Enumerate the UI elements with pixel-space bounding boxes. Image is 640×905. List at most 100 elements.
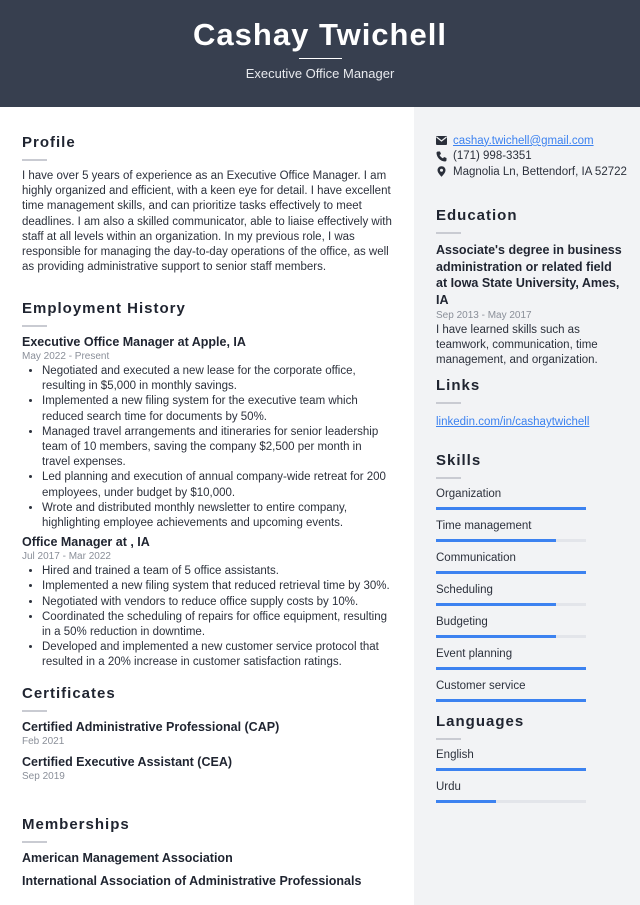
skill-item: Communication (436, 551, 626, 574)
resume-header: Cashay Twichell Executive Office Manager (0, 0, 640, 107)
contact-phone: (171) 998-3351 (436, 149, 636, 165)
job-bullets: Negotiated and executed a new lease for … (22, 364, 392, 531)
skill-level-fill (436, 539, 556, 542)
skill-level-fill (436, 667, 586, 670)
skill-name: Organization (436, 488, 502, 500)
links-section: Links linkedin.com/in/cashaytwichell (436, 377, 626, 430)
languages-heading: Languages (436, 713, 525, 730)
language-item: English (436, 748, 626, 771)
profile-text: I have over 5 years of experience as an … (22, 170, 392, 274)
skill-level-fill (436, 507, 586, 510)
education-description: I have learned skills such as teamwork, … (436, 324, 598, 367)
profile-section: Profile I have over 5 years of experienc… (22, 134, 392, 275)
certificate-name: Certified Administrative Professional (C… (22, 720, 280, 734)
map-pin-icon (436, 166, 447, 177)
skill-item: Budgeting (436, 615, 626, 638)
language-level-bar (436, 768, 586, 771)
skill-item: Organization (436, 487, 626, 510)
skill-name: Customer service (436, 680, 526, 692)
language-level-bar (436, 800, 586, 803)
job-entry: Executive Office Manager at Apple, IA Ma… (22, 335, 392, 531)
skill-name: Event planning (436, 648, 513, 660)
skill-name: Budgeting (436, 616, 488, 628)
certificates-heading: Certificates (22, 685, 116, 702)
certificate-date: Sep 2019 (22, 771, 65, 782)
job-bullets: Hired and trained a team of 5 office ass… (22, 564, 392, 670)
job-bullet: Negotiated and executed a new lease for … (42, 364, 392, 394)
links-heading: Links (436, 377, 481, 394)
job-bullet: Developed and implemented a new customer… (42, 640, 392, 670)
section-divider (22, 159, 47, 161)
certificate-name: Certified Executive Assistant (CEA) (22, 755, 233, 769)
certificates-section: Certificates Certified Administrative Pr… (22, 685, 392, 784)
candidate-name: Cashay Twichell (193, 17, 447, 52)
section-divider (436, 477, 461, 479)
degree-title: Associate's degree in business administr… (436, 243, 622, 307)
memberships-heading: Memberships (22, 816, 130, 833)
skill-name: Communication (436, 552, 516, 564)
linkedin-link[interactable]: linkedin.com/in/cashaytwichell (436, 416, 589, 428)
candidate-title: Executive Office Manager (245, 66, 395, 81)
skills-heading: Skills (436, 452, 482, 469)
language-name: Urdu (436, 781, 461, 793)
job-bullet: Implemented a new filing system that red… (42, 579, 392, 594)
sidebar: cashay.twichell@gmail.com (171) 998-3351… (414, 107, 640, 905)
skill-item: Customer service (436, 679, 626, 702)
certificate-date: Feb 2021 (22, 736, 65, 747)
employment-section: Employment History Executive Office Mana… (22, 300, 392, 671)
skill-level-bar (436, 635, 586, 638)
skill-level-bar (436, 507, 586, 510)
section-divider (22, 710, 47, 712)
certificate-item: Certified Executive Assistant (CEA) Sep … (22, 755, 392, 782)
skill-item: Time management (436, 519, 626, 542)
skill-level-bar (436, 539, 586, 542)
job-bullet: Implemented a new filing system for the … (42, 394, 392, 424)
language-name: English (436, 749, 474, 761)
job-entry: Office Manager at , IA Jul 2017 - Mar 20… (22, 535, 392, 670)
education-heading: Education (436, 207, 518, 224)
contact-email: cashay.twichell@gmail.com (436, 133, 636, 149)
skill-level-bar (436, 667, 586, 670)
phone-icon (436, 151, 447, 162)
skill-level-fill (436, 571, 586, 574)
section-divider (22, 325, 47, 327)
certificate-item: Certified Administrative Professional (C… (22, 720, 392, 747)
language-item: Urdu (436, 780, 626, 803)
job-bullet: Hired and trained a team of 5 office ass… (42, 564, 392, 579)
membership-item: American Management Association (22, 851, 233, 865)
job-bullet: Negotiated with vendors to reduce office… (42, 595, 392, 610)
language-level-fill (436, 800, 496, 803)
section-divider (436, 402, 461, 404)
job-title: Office Manager at , IA (22, 535, 150, 550)
email-link[interactable]: cashay.twichell@gmail.com (453, 135, 594, 147)
skills-section: Skills Organization Time management Commun… (436, 452, 626, 711)
contact-section: cashay.twichell@gmail.com (171) 998-3351… (436, 133, 636, 180)
contact-address: Magnolia Ln, Bettendorf, IA 52722 (436, 164, 636, 180)
skill-level-bar (436, 603, 586, 606)
employment-heading: Employment History (22, 300, 186, 317)
membership-item: International Association of Administrat… (22, 874, 362, 888)
profile-heading: Profile (22, 134, 76, 151)
skill-name: Scheduling (436, 584, 493, 596)
phone-number: (171) 998-3351 (453, 150, 532, 163)
section-divider (436, 232, 461, 234)
job-bullet: Managed travel arrangements and itinerar… (42, 425, 392, 471)
job-bullet: Led planning and execution of annual com… (42, 470, 392, 500)
name-divider (299, 58, 342, 59)
job-bullet: Wrote and distributed monthly newsletter… (42, 501, 392, 531)
address-text: Magnolia Ln, Bettendorf, IA 52722 (453, 165, 627, 178)
skill-item: Scheduling (436, 583, 626, 606)
skill-item: Event planning (436, 647, 626, 670)
skill-level-bar (436, 571, 586, 574)
job-dates: Jul 2017 - Mar 2022 (22, 551, 111, 563)
job-bullet: Coordinated the scheduling of repairs fo… (42, 610, 392, 640)
envelope-icon (436, 135, 447, 146)
skill-name: Time management (436, 520, 532, 532)
skill-level-bar (436, 699, 586, 702)
job-title: Executive Office Manager at Apple, IA (22, 335, 246, 349)
languages-section: Languages English Urdu (436, 713, 626, 812)
section-divider (22, 841, 47, 843)
language-level-fill (436, 768, 586, 771)
education-dates: Sep 2013 - May 2017 (436, 310, 532, 321)
skill-level-fill (436, 699, 586, 702)
